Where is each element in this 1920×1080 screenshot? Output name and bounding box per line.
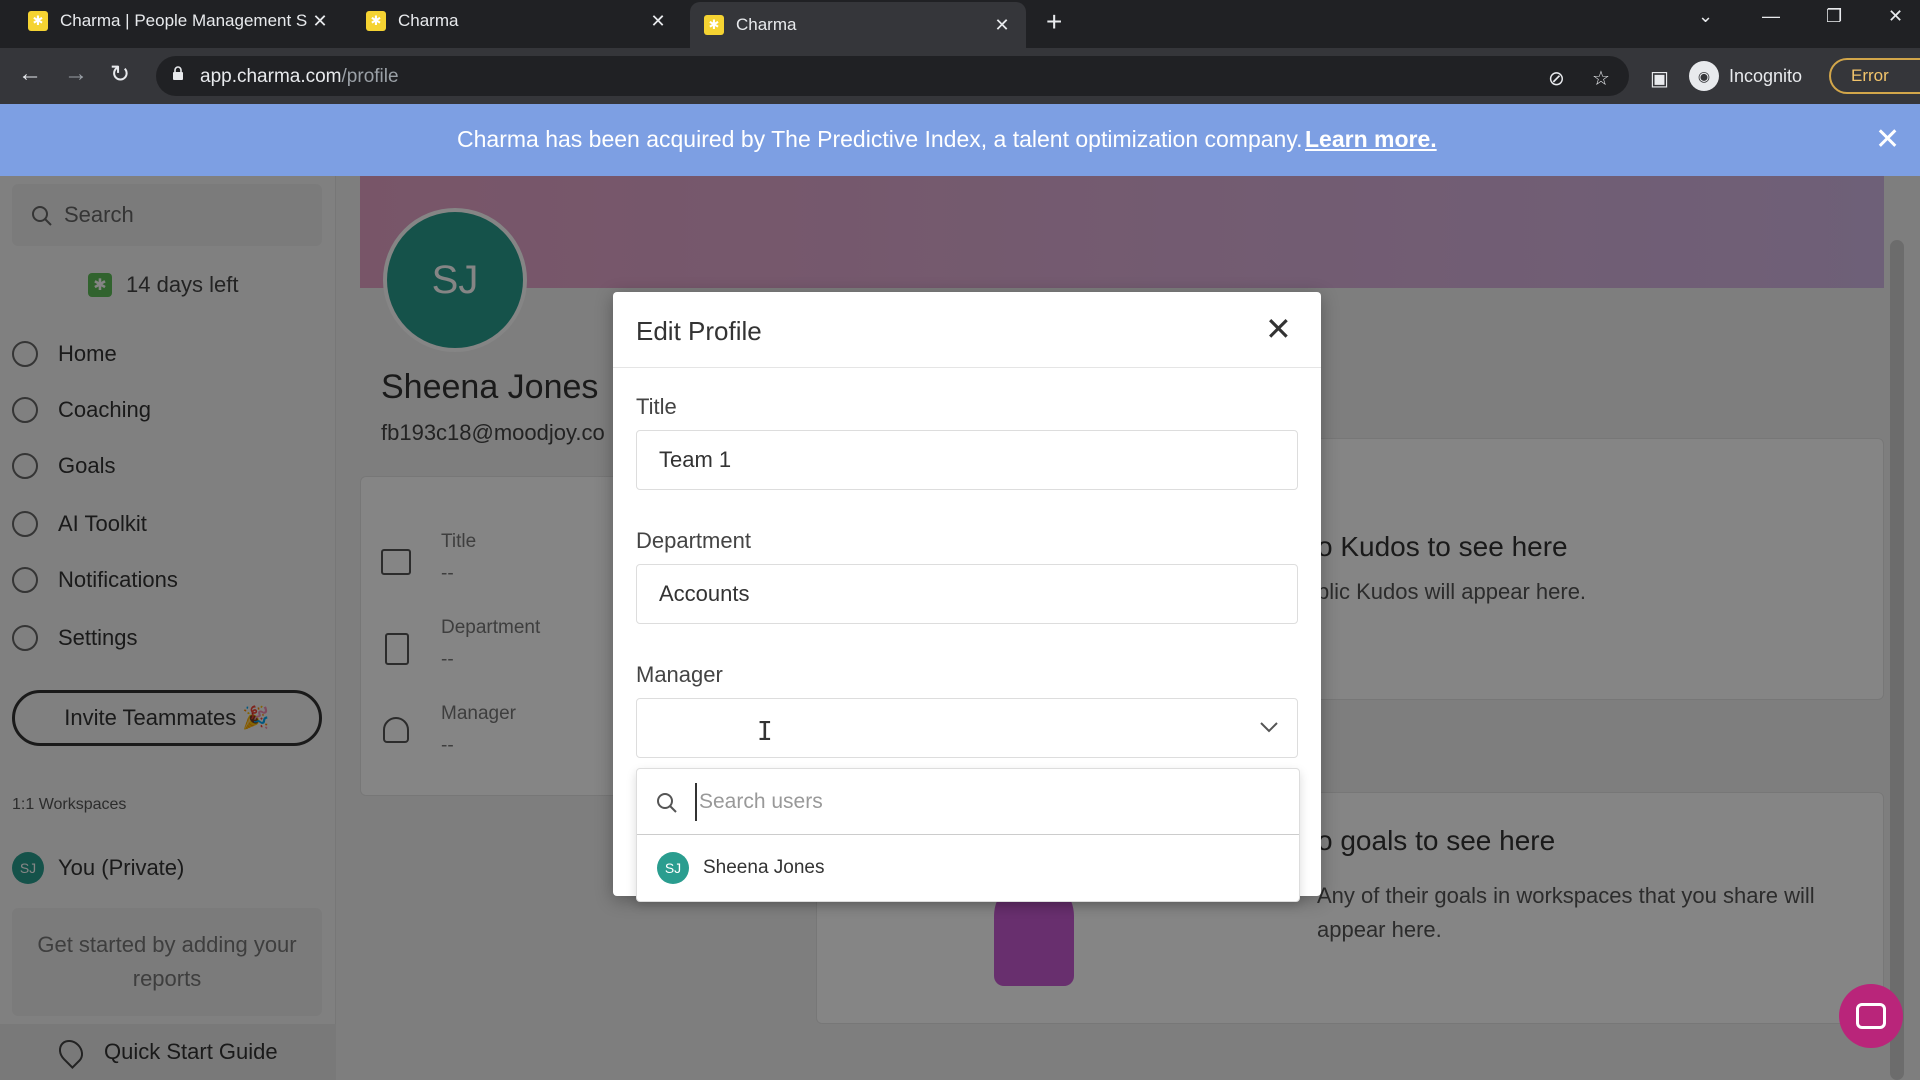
tab-search-icon[interactable]: ⌄ — [1698, 6, 1713, 27]
window-close-icon[interactable]: ✕ — [1888, 6, 1903, 27]
chat-icon — [1856, 1003, 1886, 1029]
modal-title: Edit Profile — [636, 316, 762, 346]
modal-close-icon[interactable]: ✕ — [1265, 310, 1292, 348]
search-users-input[interactable] — [695, 783, 1275, 821]
tab-title: Charma — [736, 15, 797, 34]
charma-favicon-icon: ✱ — [366, 11, 386, 31]
title-field[interactable]: Team 1 — [636, 430, 1298, 490]
avatar: SJ — [657, 852, 689, 884]
learn-more-link[interactable]: Learn more. — [1305, 126, 1437, 153]
banner-message: Charma has been acquired by The Predicti… — [457, 126, 1303, 152]
incognito-indicator[interactable]: ◉ Incognito — [1689, 58, 1802, 94]
charma-favicon-icon: ✱ — [28, 11, 48, 31]
minimize-icon[interactable]: — — [1762, 6, 1780, 27]
address-bar[interactable]: app.charma.com/profile — [156, 56, 1629, 96]
user-option[interactable]: SJ Sheena Jones — [637, 835, 1299, 901]
incognito-icon: ◉ — [1689, 61, 1719, 91]
department-field[interactable]: Accounts — [636, 564, 1298, 624]
close-tab-icon[interactable]: ✕ — [992, 15, 1012, 36]
manager-select[interactable]: I — [636, 698, 1298, 758]
forward-icon[interactable]: → — [64, 60, 88, 88]
modal-header: Edit Profile ✕ — [613, 292, 1321, 368]
lock-icon — [173, 66, 183, 80]
text-cursor-icon: I — [757, 717, 773, 747]
charma-favicon-icon: ✱ — [704, 15, 724, 35]
new-tab-icon[interactable]: + — [1046, 6, 1062, 38]
tab-title: Charma | People Management S — [60, 11, 308, 30]
manager-field-label: Manager — [636, 662, 723, 687]
restore-icon[interactable]: ❐ — [1826, 6, 1842, 27]
browser-tab-2[interactable]: ✱ Charma ✕ — [352, 0, 682, 42]
browser-toolbar: ← → ↻ app.charma.com/profile ⊘ ☆ ▣ ◉ Inc… — [0, 48, 1920, 104]
incognito-label: Incognito — [1729, 65, 1803, 86]
search-icon — [657, 793, 677, 813]
close-tab-icon[interactable]: ✕ — [310, 11, 330, 32]
error-label: Error — [1851, 66, 1889, 85]
reload-icon[interactable]: ↻ — [110, 60, 130, 89]
manager-dropdown: SJ Sheena Jones — [636, 768, 1300, 902]
department-field-label: Department — [636, 528, 751, 553]
tab-title: Charma — [398, 11, 459, 30]
user-option-name: Sheena Jones — [703, 857, 825, 878]
back-icon[interactable]: ← — [18, 60, 42, 88]
browser-tab-1[interactable]: ✱ Charma | People Management S ✕ — [14, 0, 344, 42]
error-button[interactable]: Error — [1829, 58, 1920, 94]
bookmark-star-icon[interactable]: ☆ — [1592, 66, 1610, 91]
eye-off-icon[interactable]: ⊘ — [1548, 66, 1565, 91]
user-search — [637, 769, 1299, 835]
chevron-down-icon — [1260, 722, 1278, 733]
side-panel-icon[interactable]: ▣ — [1650, 66, 1669, 91]
acquisition-banner: Charma has been acquired by The Predicti… — [0, 104, 1920, 176]
browser-tab-3-active[interactable]: ✱ Charma ✕ — [690, 2, 1026, 48]
banner-close-icon[interactable]: ✕ — [1875, 122, 1900, 157]
browser-tab-bar: ✱ Charma | People Management S ✕ ✱ Charm… — [0, 0, 1920, 48]
title-field-label: Title — [636, 394, 677, 419]
url-text: app.charma.com/profile — [200, 66, 399, 87]
chat-launcher-button[interactable] — [1839, 984, 1903, 1048]
close-tab-icon[interactable]: ✕ — [648, 11, 668, 32]
